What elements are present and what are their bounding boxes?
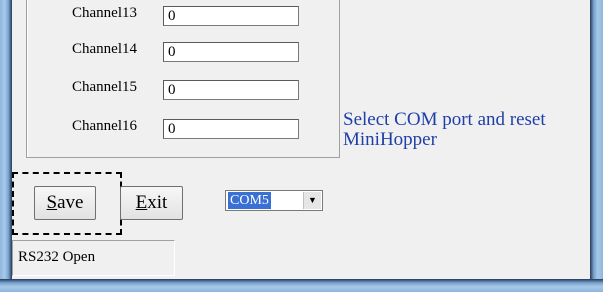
channel13-label: Channel13: [72, 5, 137, 21]
channel15-label: Channel15: [72, 79, 137, 95]
com-port-selected-value: COM5: [228, 192, 271, 209]
channel14-input[interactable]: [163, 42, 299, 62]
save-label-rest: ave: [57, 192, 84, 213]
window-frame-bottom: [0, 279, 603, 292]
channel16-label: Channel16: [72, 118, 137, 134]
channel-groupbox: Channel13 Channel14 Channel15 Channel16: [26, 0, 340, 158]
exit-button[interactable]: Exit: [120, 186, 183, 220]
window-frame-left: [0, 0, 12, 292]
channel16-input[interactable]: [163, 119, 299, 139]
save-button[interactable]: Save: [34, 186, 96, 220]
com-port-select[interactable]: COM5 ▼: [225, 190, 323, 211]
chevron-down-icon[interactable]: ▼: [303, 192, 321, 209]
channel13-input[interactable]: [163, 6, 299, 26]
status-text: RS232 Open: [18, 249, 96, 265]
status-bar: RS232 Open: [12, 240, 175, 276]
window-frame-right: [590, 0, 603, 292]
save-accelerator: S: [46, 192, 58, 213]
exit-accelerator: E: [135, 192, 148, 213]
com-port-hint: Select COM port and reset MiniHopper: [343, 109, 546, 150]
exit-label-rest: xit: [147, 192, 168, 213]
channel15-input[interactable]: [163, 80, 299, 100]
dialog-client-area: Channel13 Channel14 Channel15 Channel16 …: [12, 0, 590, 279]
channel14-label: Channel14: [72, 41, 137, 57]
